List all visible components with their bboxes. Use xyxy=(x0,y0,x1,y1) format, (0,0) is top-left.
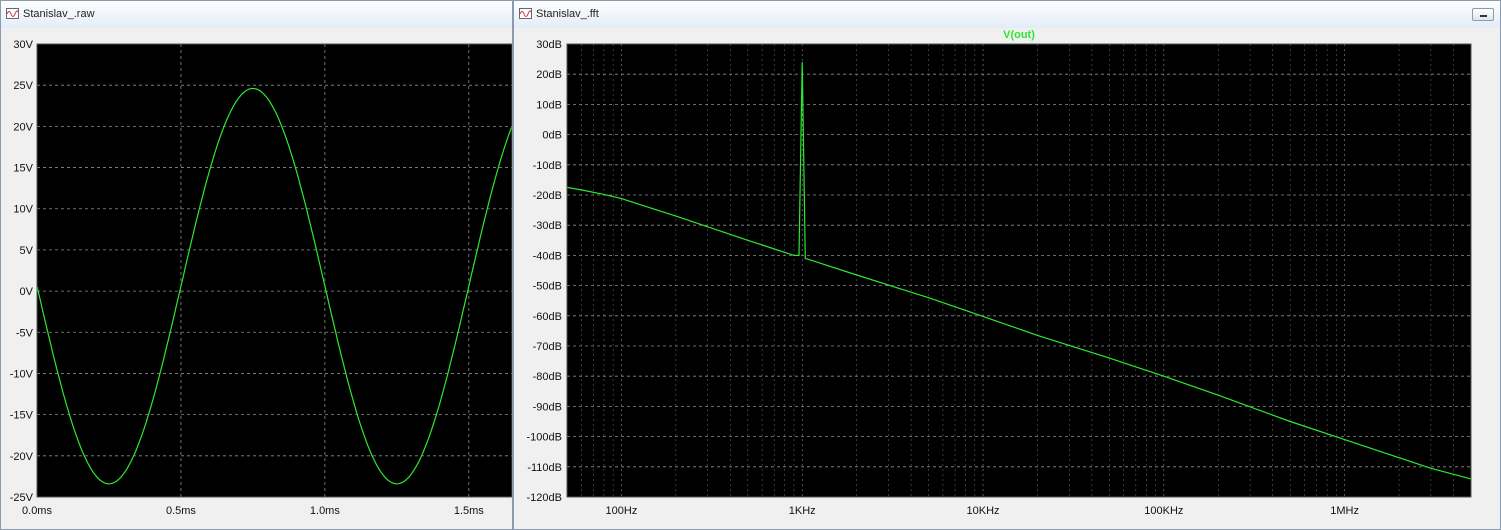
y-tick-label: 20V xyxy=(13,121,33,133)
y-tick-label: -60dB xyxy=(533,311,562,323)
y-tick-label: -10dB xyxy=(533,160,562,172)
y-tick-label: -120dB xyxy=(527,492,562,504)
y-tick-label: 15V xyxy=(13,163,33,175)
y-tick-label: -70dB xyxy=(533,341,562,353)
y-tick-label: 5V xyxy=(20,245,34,257)
raw-plot-area xyxy=(37,44,512,497)
y-tick-label: -100dB xyxy=(527,432,562,444)
y-tick-label: -10V xyxy=(10,368,34,380)
x-tick-label: 0.5ms xyxy=(166,505,196,517)
y-tick-label: -5V xyxy=(16,327,34,339)
raw-waveform-plot[interactable]: 30V25V20V15V10V5V0V-5V-10V-15V-20V-25V0.… xyxy=(1,28,512,529)
raw-window-title: Stanislav_.raw xyxy=(23,8,95,20)
x-tick-label: 1.0ms xyxy=(310,505,340,517)
x-tick-label: 10KHz xyxy=(967,505,1000,517)
y-tick-label: 10V xyxy=(13,204,33,216)
y-tick-label: 20dB xyxy=(536,69,562,81)
y-tick-label: -15V xyxy=(10,410,34,422)
fft-window: Stanislav_.fft 30dB 20dB 10dB 0dB -10dB -20dB… xyxy=(513,0,1501,530)
y-tick-label: -30dB xyxy=(533,220,562,232)
y-tick-label: 0V xyxy=(20,286,34,298)
y-tick-label: -50dB xyxy=(533,281,562,293)
waveform-icon xyxy=(6,8,19,19)
y-tick-label: -25V xyxy=(10,492,34,504)
waveform-icon xyxy=(519,8,532,19)
fft-window-title: Stanislav_.fft xyxy=(536,8,599,20)
y-tick-label: -80dB xyxy=(533,371,562,383)
raw-window-titlebar[interactable]: Stanislav_.raw xyxy=(1,1,512,29)
minimize-button[interactable] xyxy=(1472,8,1494,21)
y-tick-label: 0dB xyxy=(542,130,562,142)
raw-waveform-window: Stanislav_.raw 30V 25V 20V 15V 10V 5V 0V -5V -10… xyxy=(0,0,513,530)
y-tick-label: 10dB xyxy=(536,99,562,111)
x-tick-label: 0.0ms xyxy=(22,505,52,517)
x-tick-label: 1MHz xyxy=(1330,505,1359,517)
y-tick-label: -110dB xyxy=(527,462,562,474)
x-tick-label: 1KHz xyxy=(789,505,816,517)
fft-spectrum-plot[interactable]: 30dB 20dB 10dB 0dB -10dB -20dB -30dB -40dB -50dB… xyxy=(514,28,1500,529)
y-tick-label: 30dB xyxy=(536,39,562,51)
x-tick-label: 1.5ms xyxy=(454,505,484,517)
y-tick-label: 25V xyxy=(13,80,33,92)
y-tick-label: 30V xyxy=(13,39,33,51)
y-tick-label: -20V xyxy=(10,451,34,463)
y-tick-label: -90dB xyxy=(533,401,562,413)
x-tick-label: 100Hz xyxy=(606,505,638,517)
y-tick-label: -40dB xyxy=(533,250,562,262)
fft-window-titlebar[interactable]: Stanislav_.fft xyxy=(514,1,1500,29)
y-tick-label: -20dB xyxy=(533,190,562,202)
fft-plot-area xyxy=(567,44,1471,497)
x-tick-label: 100KHz xyxy=(1144,505,1183,517)
chart-title: V(out) xyxy=(1003,29,1035,41)
